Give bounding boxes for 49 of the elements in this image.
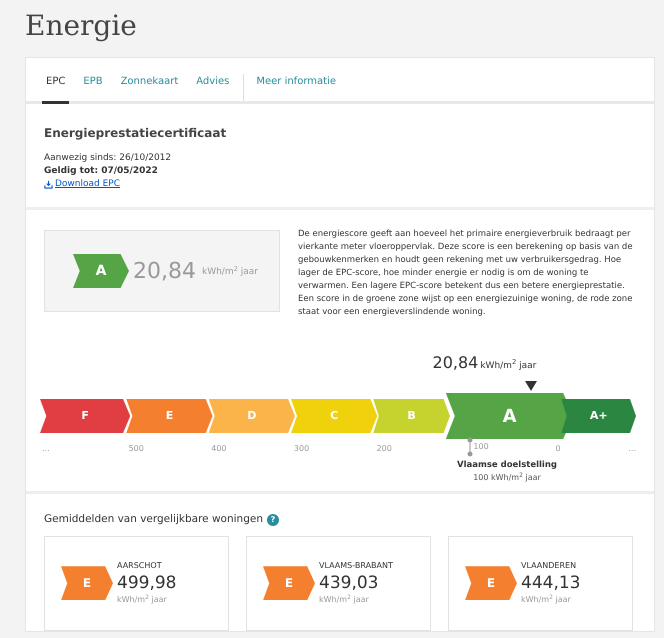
current-score-value: 20,84: [432, 352, 478, 374]
energy-class-badge: E: [465, 566, 517, 600]
energy-class-segment: E: [126, 399, 213, 433]
page-title: Energie: [25, 8, 138, 44]
section-title: Gemiddelden van vergelijkbare woningen: [44, 512, 263, 527]
scale-tick-label: 0: [556, 443, 561, 455]
scale-tick-label: ...: [42, 443, 50, 455]
target-value: 100 kWh/m$^{2}$ jaar: [473, 472, 541, 484]
scale-tick-label: 100: [473, 441, 489, 453]
download-link[interactable]: Download EPC: [44, 178, 120, 191]
scale-tick-label: 400: [211, 443, 227, 455]
section-title: Energieprestatiecertificaat: [44, 125, 228, 142]
scale-tick-label: 300: [294, 443, 310, 455]
average-value: 444,13: [521, 572, 580, 594]
region-label: VLAAMS-BRABANT: [319, 560, 393, 572]
tab[interactable]: EPB: [79, 74, 107, 104]
region-label: AARSCHOT: [117, 560, 163, 572]
average-unit: kWh/m$^{2}$ jaar: [117, 594, 168, 606]
energy-class-segment: F: [40, 399, 130, 433]
scale-tick-label: 200: [376, 443, 392, 455]
energy-class-segment: B: [373, 399, 450, 433]
target-label: Vlaamse doelstelling: [457, 459, 557, 472]
average-unit: kWh/m$^{2}$ jaar: [319, 594, 370, 606]
download-icon: [44, 180, 53, 189]
score-pointer-icon: [524, 381, 537, 391]
average-value: 499,98: [117, 572, 176, 594]
average-value: 439,03: [319, 572, 380, 594]
energy-class-badge: E: [61, 566, 113, 600]
valid-until-text: Geldig tot: 07/05/2022: [44, 165, 159, 178]
score-value: 20,84: [133, 258, 196, 286]
energy-class-badge: E: [263, 566, 315, 600]
energy-class-segment: A+: [561, 399, 636, 433]
target-marker-icon: [467, 437, 474, 457]
region-label: VLAANDEREN: [521, 560, 578, 572]
tab[interactable]: EPC: [42, 74, 70, 104]
tab[interactable]: Meer informatie: [252, 74, 340, 104]
score-unit: kWh/m$^{2}$ jaar: [202, 266, 258, 280]
energy-class-segment: D: [208, 399, 295, 433]
tab[interactable]: Advies: [192, 74, 234, 104]
tab[interactable]: Zonnekaart: [116, 74, 182, 104]
energy-class-segment: C: [290, 399, 378, 433]
average-unit: kWh/m$^{2}$ jaar: [521, 594, 572, 606]
energy-class-badge: A: [73, 254, 129, 288]
help-button[interactable]: ?: [266, 514, 279, 526]
current-score-unit: kWh/m$^{2}$ jaar: [480, 360, 536, 372]
scale-tick-label: 500: [128, 443, 144, 455]
scale-tick-label: ...: [628, 443, 636, 455]
description-text: De energiescore geeft aan hoeveel het primaire energieverbruik bedraagt per vierkante meter vloeroppervlak. Deze score is een berekening op basis van de gebouwkenmerken en houdt geen rekening met uw verbruikersgedrag. Hoe lager de EPC-score, hoe minder energie er nodig is om de woning te verwarmen. Een lagere EPC-score betekent dus een betere energieprestatie. Een score in de groene zone wijst op een energiezuinige woning, de rode zone staat voor een energieverslindende woning.: [298, 228, 634, 319]
present-since-text: Aanwezig sinds: 26/10/2012: [44, 152, 172, 165]
